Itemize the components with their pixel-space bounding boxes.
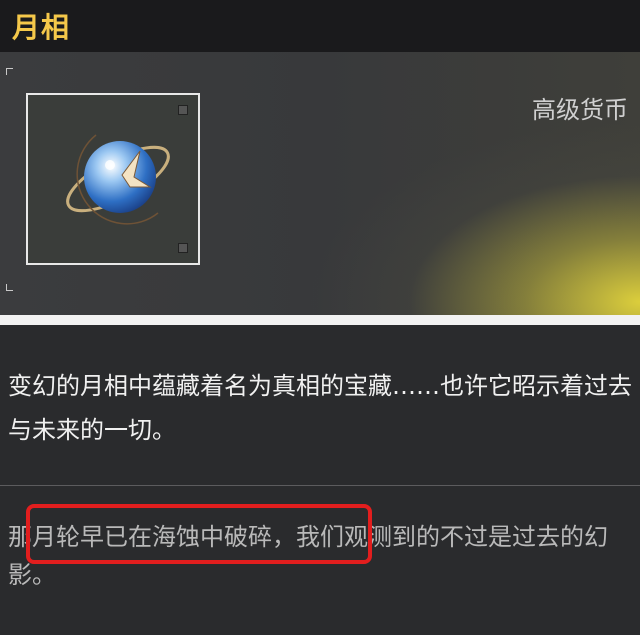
bracket-decoration bbox=[6, 284, 13, 291]
highlight-annotation-box bbox=[26, 504, 372, 564]
banner-divider bbox=[0, 315, 640, 325]
item-icon-frame[interactable] bbox=[26, 93, 200, 265]
frame-corner-marker bbox=[178, 105, 188, 115]
moon-orb-icon bbox=[66, 134, 170, 225]
bracket-decoration bbox=[6, 68, 13, 75]
title-bar: 月相 bbox=[0, 0, 640, 52]
section-divider bbox=[0, 485, 640, 486]
page-title: 月相 bbox=[12, 11, 71, 44]
item-category: 高级货币 bbox=[532, 96, 628, 124]
item-banner: 高级货币 bbox=[0, 52, 640, 315]
item-description: 变幻的月相中蕴藏着名为真相的宝藏……也许它昭示着过去与未来的一切。 bbox=[8, 372, 632, 444]
